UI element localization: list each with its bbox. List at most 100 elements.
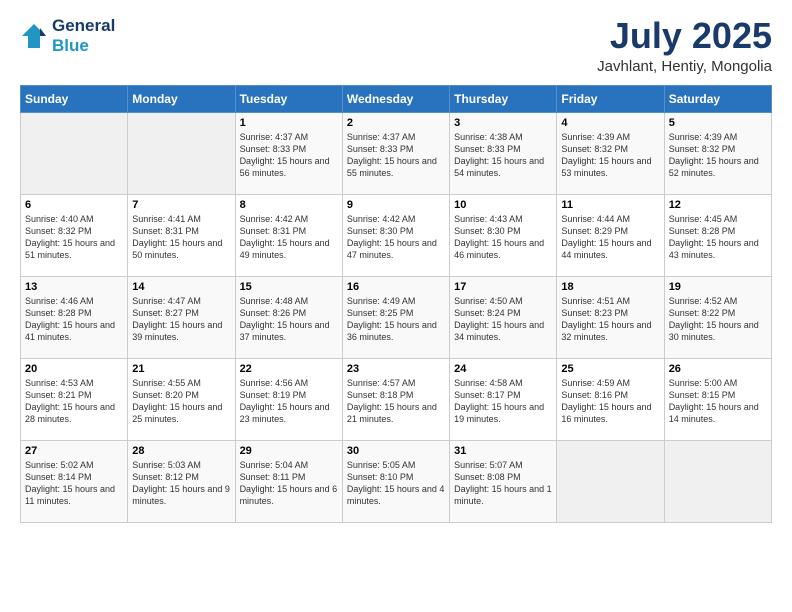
day-number: 23 xyxy=(347,363,445,375)
calendar-cell: 14Sunrise: 4:47 AMSunset: 8:27 PMDayligh… xyxy=(128,276,235,358)
calendar-cell: 3 Sunrise: 4:38 AMSunset: 8:33 PMDaylight… xyxy=(450,112,557,194)
calendar-cell: 9 Sunrise: 4:42 AMSunset: 8:30 PMDaylight… xyxy=(342,194,449,276)
day-number: 2 xyxy=(347,117,445,129)
day-number: 6 xyxy=(25,199,123,211)
calendar-cell: 30 Sunrise: 5:05 AMSunset: 8:10 PMDayligh… xyxy=(342,440,449,522)
calendar-cell: 10Sunrise: 4:43 AMSunset: 8:30 PMDayligh… xyxy=(450,194,557,276)
day-number: 9 xyxy=(347,199,445,211)
cell-info: Sunrise: 4:58 AMSunset: 8:17 PMDaylight:… xyxy=(454,377,552,426)
day-header-tuesday: Tuesday xyxy=(235,85,342,112)
cell-info: Sunrise: 4:46 AMSunset: 8:28 PMDaylight:… xyxy=(25,295,123,344)
day-header-sunday: Sunday xyxy=(21,85,128,112)
day-number: 20 xyxy=(25,363,123,375)
cell-info: Sunrise: 4:37 AMSunset: 8:33 PMDaylight:… xyxy=(347,131,445,180)
calendar-cell: 29 Sunrise: 5:04 AMSunset: 8:11 PMDayligh… xyxy=(235,440,342,522)
calendar-cell: 1Sunrise: 4:37 AMSunset: 8:33 PMDaylight… xyxy=(235,112,342,194)
logo-icon xyxy=(20,22,48,50)
calendar-week-4: 20 Sunrise: 4:53 AMSunset: 8:21 PMDayligh… xyxy=(21,358,772,440)
calendar-header-row: SundayMondayTuesdayWednesdayThursdayFrid… xyxy=(21,85,772,112)
cell-info: Sunrise: 5:02 AMSunset: 8:14 PMDaylight:… xyxy=(25,459,123,508)
day-number: 24 xyxy=(454,363,552,375)
day-number: 10 xyxy=(454,199,552,211)
calendar-week-3: 13Sunrise: 4:46 AMSunset: 8:28 PMDayligh… xyxy=(21,276,772,358)
month-title: July 2025 xyxy=(597,16,772,56)
cell-info: Sunrise: 4:42 AMSunset: 8:30 PMDaylight:… xyxy=(347,213,445,262)
cell-info: Sunrise: 4:49 AMSunset: 8:25 PMDaylight:… xyxy=(347,295,445,344)
cell-info: Sunrise: 4:40 AMSunset: 8:32 PMDaylight:… xyxy=(25,213,123,262)
calendar-cell: 24 Sunrise: 4:58 AMSunset: 8:17 PMDayligh… xyxy=(450,358,557,440)
day-header-friday: Friday xyxy=(557,85,664,112)
cell-info: Sunrise: 4:53 AMSunset: 8:21 PMDaylight:… xyxy=(25,377,123,426)
calendar-week-5: 27 Sunrise: 5:02 AMSunset: 8:14 PMDayligh… xyxy=(21,440,772,522)
calendar-cell: 7 Sunrise: 4:41 AMSunset: 8:31 PMDaylight… xyxy=(128,194,235,276)
calendar-cell: 23Sunrise: 4:57 AMSunset: 8:18 PMDayligh… xyxy=(342,358,449,440)
calendar-cell: 2 Sunrise: 4:37 AMSunset: 8:33 PMDaylight… xyxy=(342,112,449,194)
calendar-week-1: 1 Sunrise: 4:37 AMSunset: 8:33 PMDaylight… xyxy=(21,112,772,194)
cell-info: Sunrise: 4:44 AMSunset: 8:29 PMDaylight:… xyxy=(561,213,659,262)
day-number: 16 xyxy=(347,281,445,293)
cell-info: Sunrise: 4:59 AMSunset: 8:16 PMDaylight:… xyxy=(561,377,659,426)
day-number: 4 xyxy=(561,117,659,129)
calendar-cell: 5 Sunrise: 4:39 AMSunset: 8:32 PMDaylight… xyxy=(664,112,771,194)
calendar-cell xyxy=(128,112,235,194)
cell-info: Sunrise: 5:07 AMSunset: 8:08 PMDaylight:… xyxy=(454,459,552,508)
calendar-cell: 12 Sunrise: 4:45 AMSunset: 8:28 PMDayligh… xyxy=(664,194,771,276)
cell-info: Sunrise: 4:48 AMSunset: 8:26 PMDaylight:… xyxy=(240,295,338,344)
day-number: 28 xyxy=(132,445,230,457)
title-block: July 2025 Javhlant, Hentiy, Mongolia xyxy=(597,16,772,75)
day-number: 15 xyxy=(240,281,338,293)
calendar-cell: 21 Sunrise: 4:55 AMSunset: 8:20 PMDayligh… xyxy=(128,358,235,440)
calendar-cell xyxy=(557,440,664,522)
day-number: 22 xyxy=(240,363,338,375)
calendar-table: SundayMondayTuesdayWednesdayThursdayFrid… xyxy=(20,85,772,523)
cell-info: Sunrise: 5:04 AMSunset: 8:11 PMDaylight:… xyxy=(240,459,338,508)
day-number: 12 xyxy=(669,199,767,211)
day-number: 30 xyxy=(347,445,445,457)
calendar-cell xyxy=(21,112,128,194)
cell-info: Sunrise: 4:45 AMSunset: 8:28 PMDaylight:… xyxy=(669,213,767,262)
cell-info: Sunrise: 4:56 AMSunset: 8:19 PMDaylight:… xyxy=(240,377,338,426)
day-header-monday: Monday xyxy=(128,85,235,112)
calendar-cell: 6 Sunrise: 4:40 AMSunset: 8:32 PMDaylight… xyxy=(21,194,128,276)
calendar-cell: 15 Sunrise: 4:48 AMSunset: 8:26 PMDayligh… xyxy=(235,276,342,358)
day-number: 17 xyxy=(454,281,552,293)
day-number: 7 xyxy=(132,199,230,211)
day-number: 26 xyxy=(669,363,767,375)
cell-info: Sunrise: 4:41 AMSunset: 8:31 PMDaylight:… xyxy=(132,213,230,262)
calendar-cell: 19 Sunrise: 4:52 AMSunset: 8:22 PMDayligh… xyxy=(664,276,771,358)
calendar-cell: 17 Sunrise: 4:50 AMSunset: 8:24 PMDayligh… xyxy=(450,276,557,358)
cell-info: Sunrise: 5:05 AMSunset: 8:10 PMDaylight:… xyxy=(347,459,445,508)
day-number: 5 xyxy=(669,117,767,129)
calendar-cell: 8Sunrise: 4:42 AMSunset: 8:31 PMDaylight… xyxy=(235,194,342,276)
day-number: 31 xyxy=(454,445,552,457)
cell-info: Sunrise: 4:50 AMSunset: 8:24 PMDaylight:… xyxy=(454,295,552,344)
calendar-cell: 18 Sunrise: 4:51 AMSunset: 8:23 PMDayligh… xyxy=(557,276,664,358)
day-number: 3 xyxy=(454,117,552,129)
calendar-cell: 25Sunrise: 4:59 AMSunset: 8:16 PMDayligh… xyxy=(557,358,664,440)
calendar-week-2: 6 Sunrise: 4:40 AMSunset: 8:32 PMDaylight… xyxy=(21,194,772,276)
cell-info: Sunrise: 5:03 AMSunset: 8:12 PMDaylight:… xyxy=(132,459,230,508)
day-number: 27 xyxy=(25,445,123,457)
day-number: 14 xyxy=(132,281,230,293)
page: General Blue July 2025 Javhlant, Hentiy,… xyxy=(0,0,792,612)
cell-info: Sunrise: 4:39 AMSunset: 8:32 PMDaylight:… xyxy=(561,131,659,180)
cell-info: Sunrise: 4:38 AMSunset: 8:33 PMDaylight:… xyxy=(454,131,552,180)
cell-info: Sunrise: 4:55 AMSunset: 8:20 PMDaylight:… xyxy=(132,377,230,426)
calendar-cell: 28 Sunrise: 5:03 AMSunset: 8:12 PMDayligh… xyxy=(128,440,235,522)
calendar-cell: 31 Sunrise: 5:07 AMSunset: 8:08 PMDayligh… xyxy=(450,440,557,522)
cell-info: Sunrise: 4:51 AMSunset: 8:23 PMDaylight:… xyxy=(561,295,659,344)
day-number: 8 xyxy=(240,199,338,211)
day-number: 21 xyxy=(132,363,230,375)
day-header-wednesday: Wednesday xyxy=(342,85,449,112)
cell-info: Sunrise: 4:52 AMSunset: 8:22 PMDaylight:… xyxy=(669,295,767,344)
day-number: 11 xyxy=(561,199,659,211)
logo: General Blue xyxy=(20,16,115,55)
day-number: 29 xyxy=(240,445,338,457)
day-number: 18 xyxy=(561,281,659,293)
day-number: 19 xyxy=(669,281,767,293)
cell-info: Sunrise: 4:39 AMSunset: 8:32 PMDaylight:… xyxy=(669,131,767,180)
calendar-cell: 16 Sunrise: 4:49 AMSunset: 8:25 PMDayligh… xyxy=(342,276,449,358)
calendar-cell: 20 Sunrise: 4:53 AMSunset: 8:21 PMDayligh… xyxy=(21,358,128,440)
calendar-cell: 11 Sunrise: 4:44 AMSunset: 8:29 PMDayligh… xyxy=(557,194,664,276)
day-number: 1 xyxy=(240,117,338,129)
